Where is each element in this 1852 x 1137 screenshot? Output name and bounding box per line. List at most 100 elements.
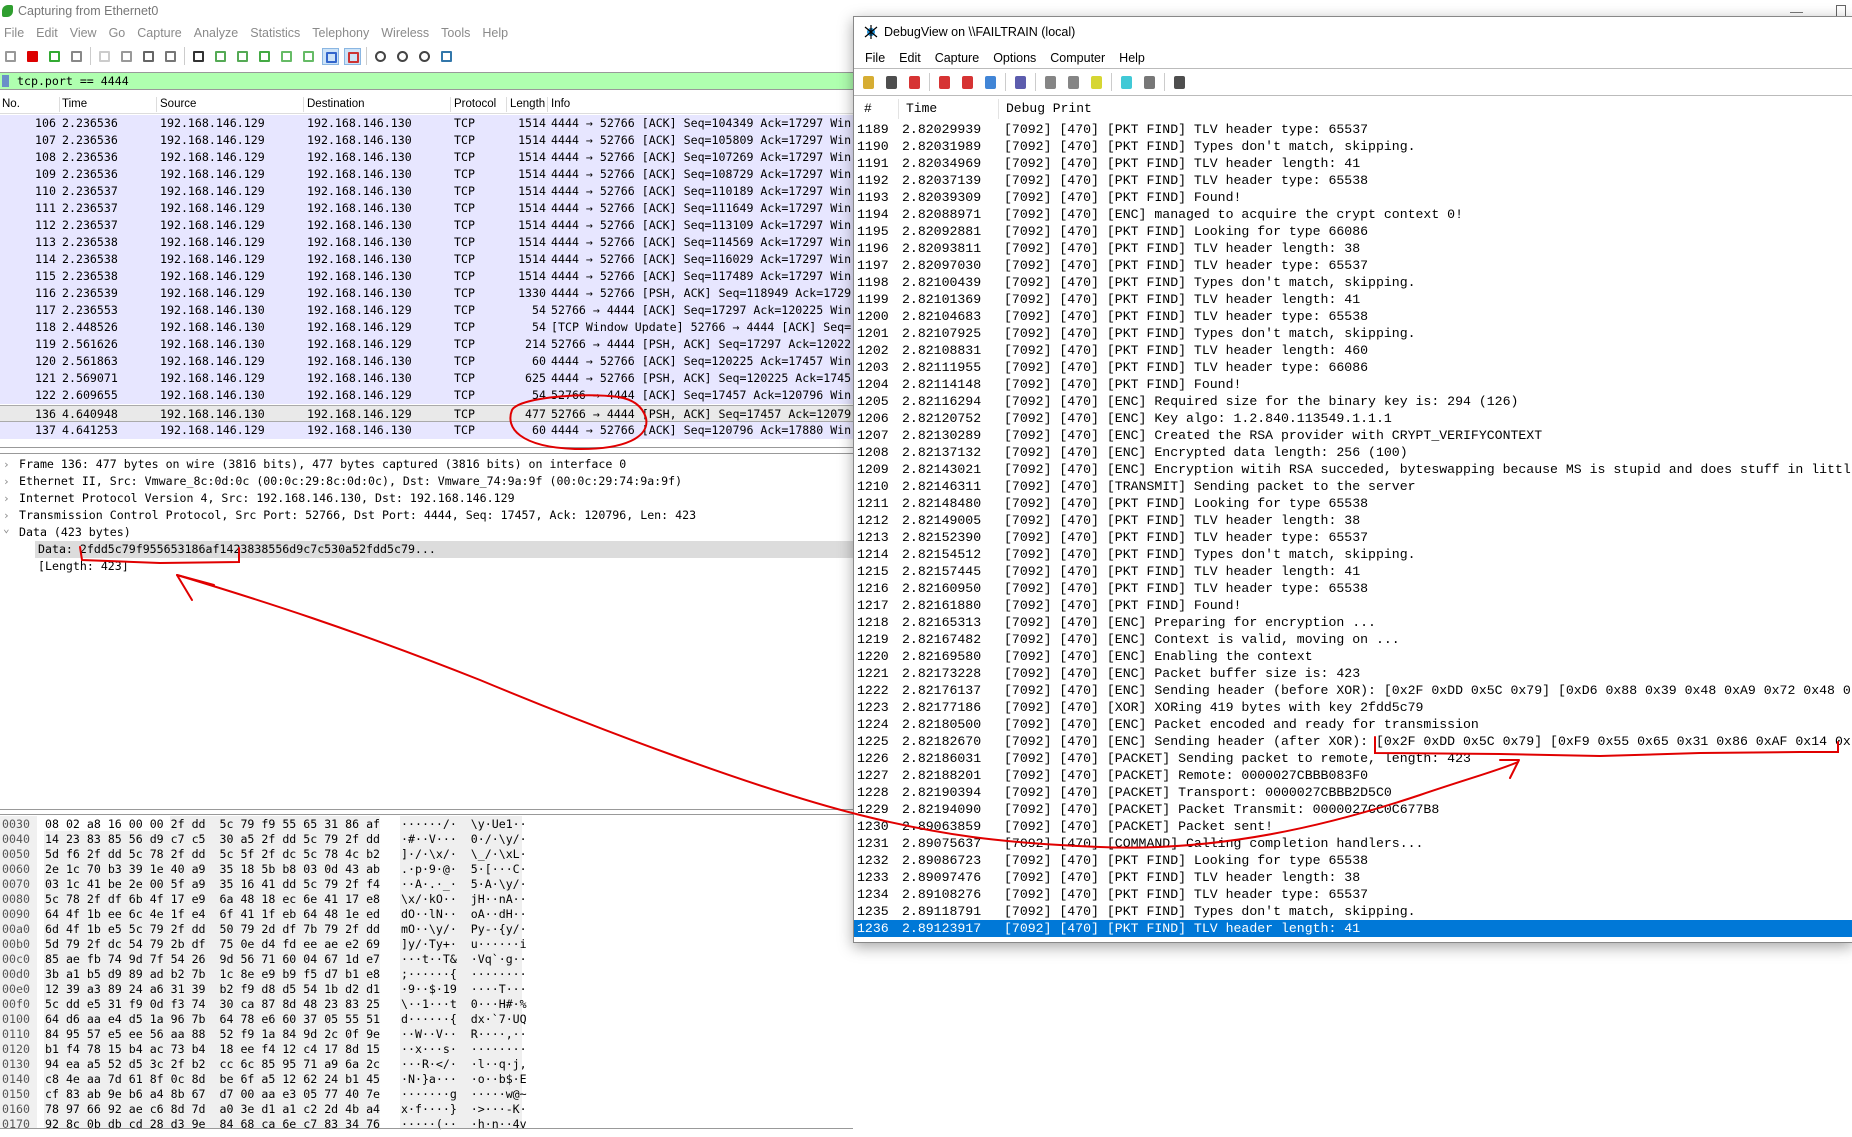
find-icon[interactable] (1171, 74, 1188, 91)
log-row[interactable]: 1228 2.82190394 [7092] [470] [PACKET] Tran… (854, 784, 1852, 801)
log-row[interactable]: 1212 2.82149005 [7092] [470] [PKT FIND] TL… (854, 512, 1852, 529)
log-row[interactable]: 1230 2.89063859 [7092] [470] [PACKET] Pack… (854, 818, 1852, 835)
log-row[interactable]: 1236 2.89123917 [7092] [470] [PKT FIND] TL… (854, 920, 1852, 937)
packet-row[interactable]: 122 2.609655 192.168.146.130 192.168.146.12… (0, 387, 853, 404)
menu-capture[interactable]: Capture (133, 23, 189, 43)
log-row[interactable]: 1234 2.89108276 [7092] [470] [PKT FIND] TL… (854, 886, 1852, 903)
column-divider[interactable] (450, 97, 451, 112)
log-row[interactable]: 1213 2.82152390 [7092] [470] [PKT FIND] TL… (854, 529, 1852, 546)
hex-ascii[interactable]: .·p·9·@· 5·[···C· (401, 862, 527, 877)
find-packet-icon[interactable] (190, 48, 207, 65)
packet-row[interactable]: 112 2.236537 192.168.146.129 192.168.146.13… (0, 217, 853, 234)
hex-bytes[interactable]: 64 4f 1b ee 6c 4e 1f e4 6f 41 1f eb 64 4… (45, 907, 380, 922)
menu-edit[interactable]: Edit (32, 23, 66, 43)
packet-row[interactable]: 113 2.236538 192.168.146.129 192.168.146.13… (0, 234, 853, 251)
hex-bytes[interactable]: 84 95 57 e5 ee 56 aa 88 52 f9 1a 84 9d 2… (45, 1027, 380, 1042)
bookmark-icon[interactable] (2, 75, 9, 87)
column-divider[interactable] (547, 97, 548, 112)
column-time[interactable]: Time (62, 95, 87, 114)
hex-row[interactable]: 00f0 5c dd e5 31 f9 0d f3 74 30 ca 87 8d … (0, 997, 853, 1012)
pane-divider[interactable] (0, 447, 853, 448)
hex-bytes[interactable]: b1 f4 78 15 b4 ac 73 b4 18 ee f4 12 c4 1… (45, 1042, 380, 1057)
hex-ascii[interactable]: ·#··V··· 0·/·\y/· (401, 832, 527, 847)
hex-ascii[interactable]: ···R·</· ·l··q·j, (401, 1057, 527, 1072)
menu-help[interactable]: Help (478, 23, 516, 43)
normal-size-icon[interactable] (416, 48, 433, 65)
hex-row[interactable]: 0120 b1 f4 78 15 b4 ac 73 b4 18 ee f4 12 … (0, 1042, 853, 1057)
menu-computer[interactable]: Computer (1043, 50, 1112, 66)
hex-row[interactable]: 00e0 12 39 a3 89 24 a6 31 39 b2 f9 d8 d5 … (0, 982, 853, 997)
packet-row[interactable]: 115 2.236538 192.168.146.129 192.168.146.13… (0, 268, 853, 285)
zoom-out-icon[interactable] (394, 48, 411, 65)
display-filter-input[interactable]: tcp.port == 4444 (0, 72, 853, 90)
clear-display-icon[interactable] (1012, 74, 1029, 91)
detail-data-length[interactable]: [Length: 423] (0, 558, 853, 575)
detail-tree-item[interactable]: ⌄ Data (423 bytes) (0, 522, 853, 541)
hex-bytes[interactable]: cf 83 ab 9e b6 a4 8b 67 d7 00 aa e3 05 7… (45, 1087, 380, 1102)
chevron-right-icon[interactable]: › (3, 456, 10, 473)
hex-row[interactable]: 0110 84 95 57 e5 ee 56 aa 88 52 f9 1a 84 … (0, 1027, 853, 1042)
hex-bytes[interactable]: 5c dd e5 31 f9 0d f3 74 30 ca 87 8d 48 2… (45, 997, 380, 1012)
column-number[interactable]: # (864, 99, 872, 119)
menu-edit[interactable]: Edit (892, 50, 928, 66)
hex-row[interactable]: 0090 64 4f 1b ee 6c 4e 1f e4 6f 41 1f eb … (0, 907, 853, 922)
packet-row[interactable]: 106 2.236536 192.168.146.129 192.168.146.13… (0, 115, 853, 132)
log-row[interactable]: 1199 2.82101369 [7092] [470] [PKT FIND] TL… (854, 291, 1852, 308)
log-row[interactable]: 1214 2.82154512 [7092] [470] [PKT FIND] Ty… (854, 546, 1852, 563)
packet-row[interactable]: 110 2.236537 192.168.146.129 192.168.146.13… (0, 183, 853, 200)
log-row[interactable]: 1202 2.82108831 [7092] [470] [PKT FIND] TL… (854, 342, 1852, 359)
log-row[interactable]: 1216 2.82160950 [7092] [470] [PKT FIND] TL… (854, 580, 1852, 597)
column-info[interactable]: Info (551, 95, 570, 114)
menu-statistics[interactable]: Statistics (246, 23, 308, 43)
hex-ascii[interactable]: ··A·.·_· 5·A·\y/· (401, 877, 527, 892)
detail-tree-item[interactable]: › Frame 136: 477 bytes on wire (3816 bits… (0, 456, 853, 473)
log-row[interactable]: 1192 2.82037139 [7092] [470] [PKT FIND] TL… (854, 172, 1852, 189)
detail-tree-item[interactable]: › Transmission Control Protocol, Src Port… (0, 507, 853, 524)
pass-through-icon[interactable] (982, 74, 999, 91)
open-file-icon[interactable] (96, 48, 113, 65)
log-row[interactable]: 1189 2.82029939 [7092] [470] [PKT FIND] TL… (854, 121, 1852, 138)
start-capture-icon[interactable] (2, 48, 19, 65)
hex-ascii[interactable]: ······/· \y·Ue1·· (401, 817, 527, 832)
column-divider[interactable] (156, 97, 157, 112)
packet-row[interactable]: 136 4.640948 192.168.146.130 192.168.146.12… (0, 405, 853, 422)
hex-ascii[interactable]: ]·/·\x/· \_/·\xL· (401, 847, 527, 862)
go-back-icon[interactable] (212, 48, 229, 65)
close-file-icon[interactable] (140, 48, 157, 65)
chevron-right-icon[interactable]: › (3, 490, 10, 507)
hex-ascii[interactable]: ;······{ ········ (401, 967, 527, 982)
hex-row[interactable]: 0070 03 1c 41 be 2e 00 5f a9 35 16 41 dd … (0, 877, 853, 892)
reload-icon[interactable] (162, 48, 179, 65)
hex-row[interactable]: 0060 2e 1c 70 b3 39 1e 40 a9 35 18 5b b8 … (0, 862, 853, 877)
log-row[interactable]: 1195 2.82092881 [7092] [470] [PKT FIND] Lo… (854, 223, 1852, 240)
hex-ascii[interactable]: ·······g ·····w@~ (401, 1087, 527, 1102)
log-row[interactable]: 1194 2.82088971 [7092] [470] [ENC] managed… (854, 206, 1852, 223)
hex-row[interactable]: 0160 78 97 66 92 ae c6 8d 7d a0 3e d1 a1 … (0, 1102, 853, 1117)
hex-ascii[interactable]: ···t··T& ·Vq`·g·· (401, 952, 527, 967)
hex-ascii[interactable]: \··1···t 0···H#·% (401, 997, 527, 1012)
packet-row[interactable]: 120 2.561863 192.168.146.129 192.168.146.13… (0, 353, 853, 370)
menu-wireless[interactable]: Wireless (377, 23, 437, 43)
log-row[interactable]: 1201 2.82107925 [7092] [470] [PKT FIND] Ty… (854, 325, 1852, 342)
hex-row[interactable]: 0150 cf 83 ab 9e b6 a4 8b 67 d7 00 aa e3 … (0, 1087, 853, 1102)
log-row[interactable]: 1196 2.82093811 [7092] [470] [PKT FIND] TL… (854, 240, 1852, 257)
menu-file[interactable]: File (0, 23, 32, 43)
hex-bytes[interactable]: 14 23 83 85 56 d9 c7 c5 30 a5 2f dd 5c 7… (45, 832, 380, 847)
log-row[interactable]: 1226 2.82186031 [7092] [470] [PACKET] Send… (854, 750, 1852, 767)
log-row[interactable]: 1233 2.89097476 [7092] [470] [PKT FIND] TL… (854, 869, 1852, 886)
hex-row[interactable]: 00c0 85 ae fb 74 9d 7f 54 26 9d 56 71 60 … (0, 952, 853, 967)
log-row[interactable]: 1198 2.82100439 [7092] [470] [PKT FIND] Ty… (854, 274, 1852, 291)
hex-row[interactable]: 0080 5c 78 2f df 6b 4f 17 e9 6a 48 18 ec … (0, 892, 853, 907)
menu-file[interactable]: File (858, 50, 892, 66)
packet-row[interactable]: 108 2.236536 192.168.146.129 192.168.146.13… (0, 149, 853, 166)
log-row[interactable]: 1206 2.82120752 [7092] [470] [ENC] Key alg… (854, 410, 1852, 427)
hex-row[interactable]: 0030 08 02 a8 16 00 00 2f dd 5c 79 f9 55 … (0, 817, 853, 832)
colorize-icon[interactable] (344, 47, 361, 65)
packet-row[interactable]: 116 2.236539 192.168.146.129 192.168.146.13… (0, 285, 853, 302)
column-time[interactable]: Time (906, 99, 937, 119)
save-icon[interactable] (883, 74, 900, 91)
column-source[interactable]: Source (160, 95, 196, 114)
log-row[interactable]: 1220 2.82169580 [7092] [470] [ENC] Enablin… (854, 648, 1852, 665)
hex-ascii[interactable]: ··W··V·· R····,·· (401, 1027, 527, 1042)
hex-row[interactable]: 00b0 5d 79 2f dc 54 79 2b df 75 0e d4 fd … (0, 937, 853, 952)
